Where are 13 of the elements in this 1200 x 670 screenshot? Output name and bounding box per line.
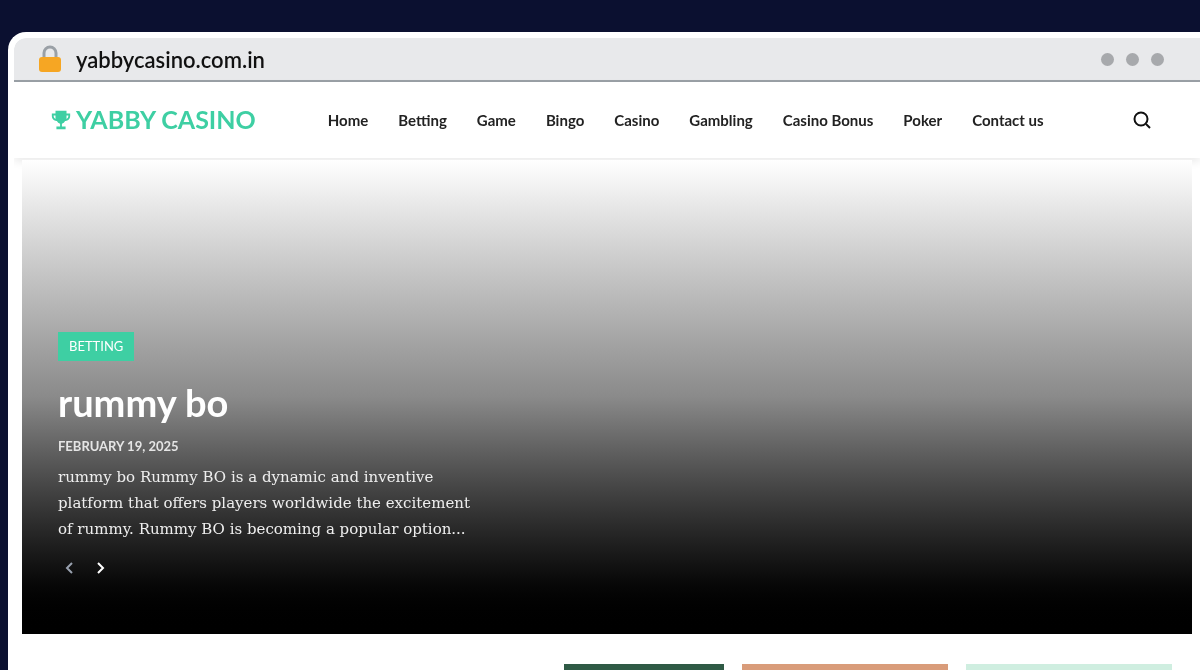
post-excerpt: rummy bo Rummy BO is a dynamic and inventive platform that offers players worldwide the excitement of rummy. Rummy BO is becoming a popular option... — [58, 467, 471, 540]
nav-link[interactable]: Betting — [398, 108, 447, 132]
nav-link[interactable]: Casino Bonus — [782, 108, 874, 132]
post-title[interactable]: rummy bo — [58, 379, 1192, 427]
url-text: yabbycasino.com.in — [76, 44, 265, 75]
nav-link[interactable]: Home — [327, 108, 369, 132]
nav-link[interactable]: Gambling — [689, 108, 753, 132]
nav-link[interactable]: Contact us — [972, 108, 1044, 132]
nav-link[interactable]: Poker — [903, 108, 943, 132]
nav-link[interactable]: Bingo — [545, 108, 585, 132]
nav-link[interactable]: Game — [476, 108, 516, 132]
post-date: FEBRUARY 19, 2025 — [58, 436, 180, 456]
nav-link[interactable]: Casino — [614, 108, 660, 132]
